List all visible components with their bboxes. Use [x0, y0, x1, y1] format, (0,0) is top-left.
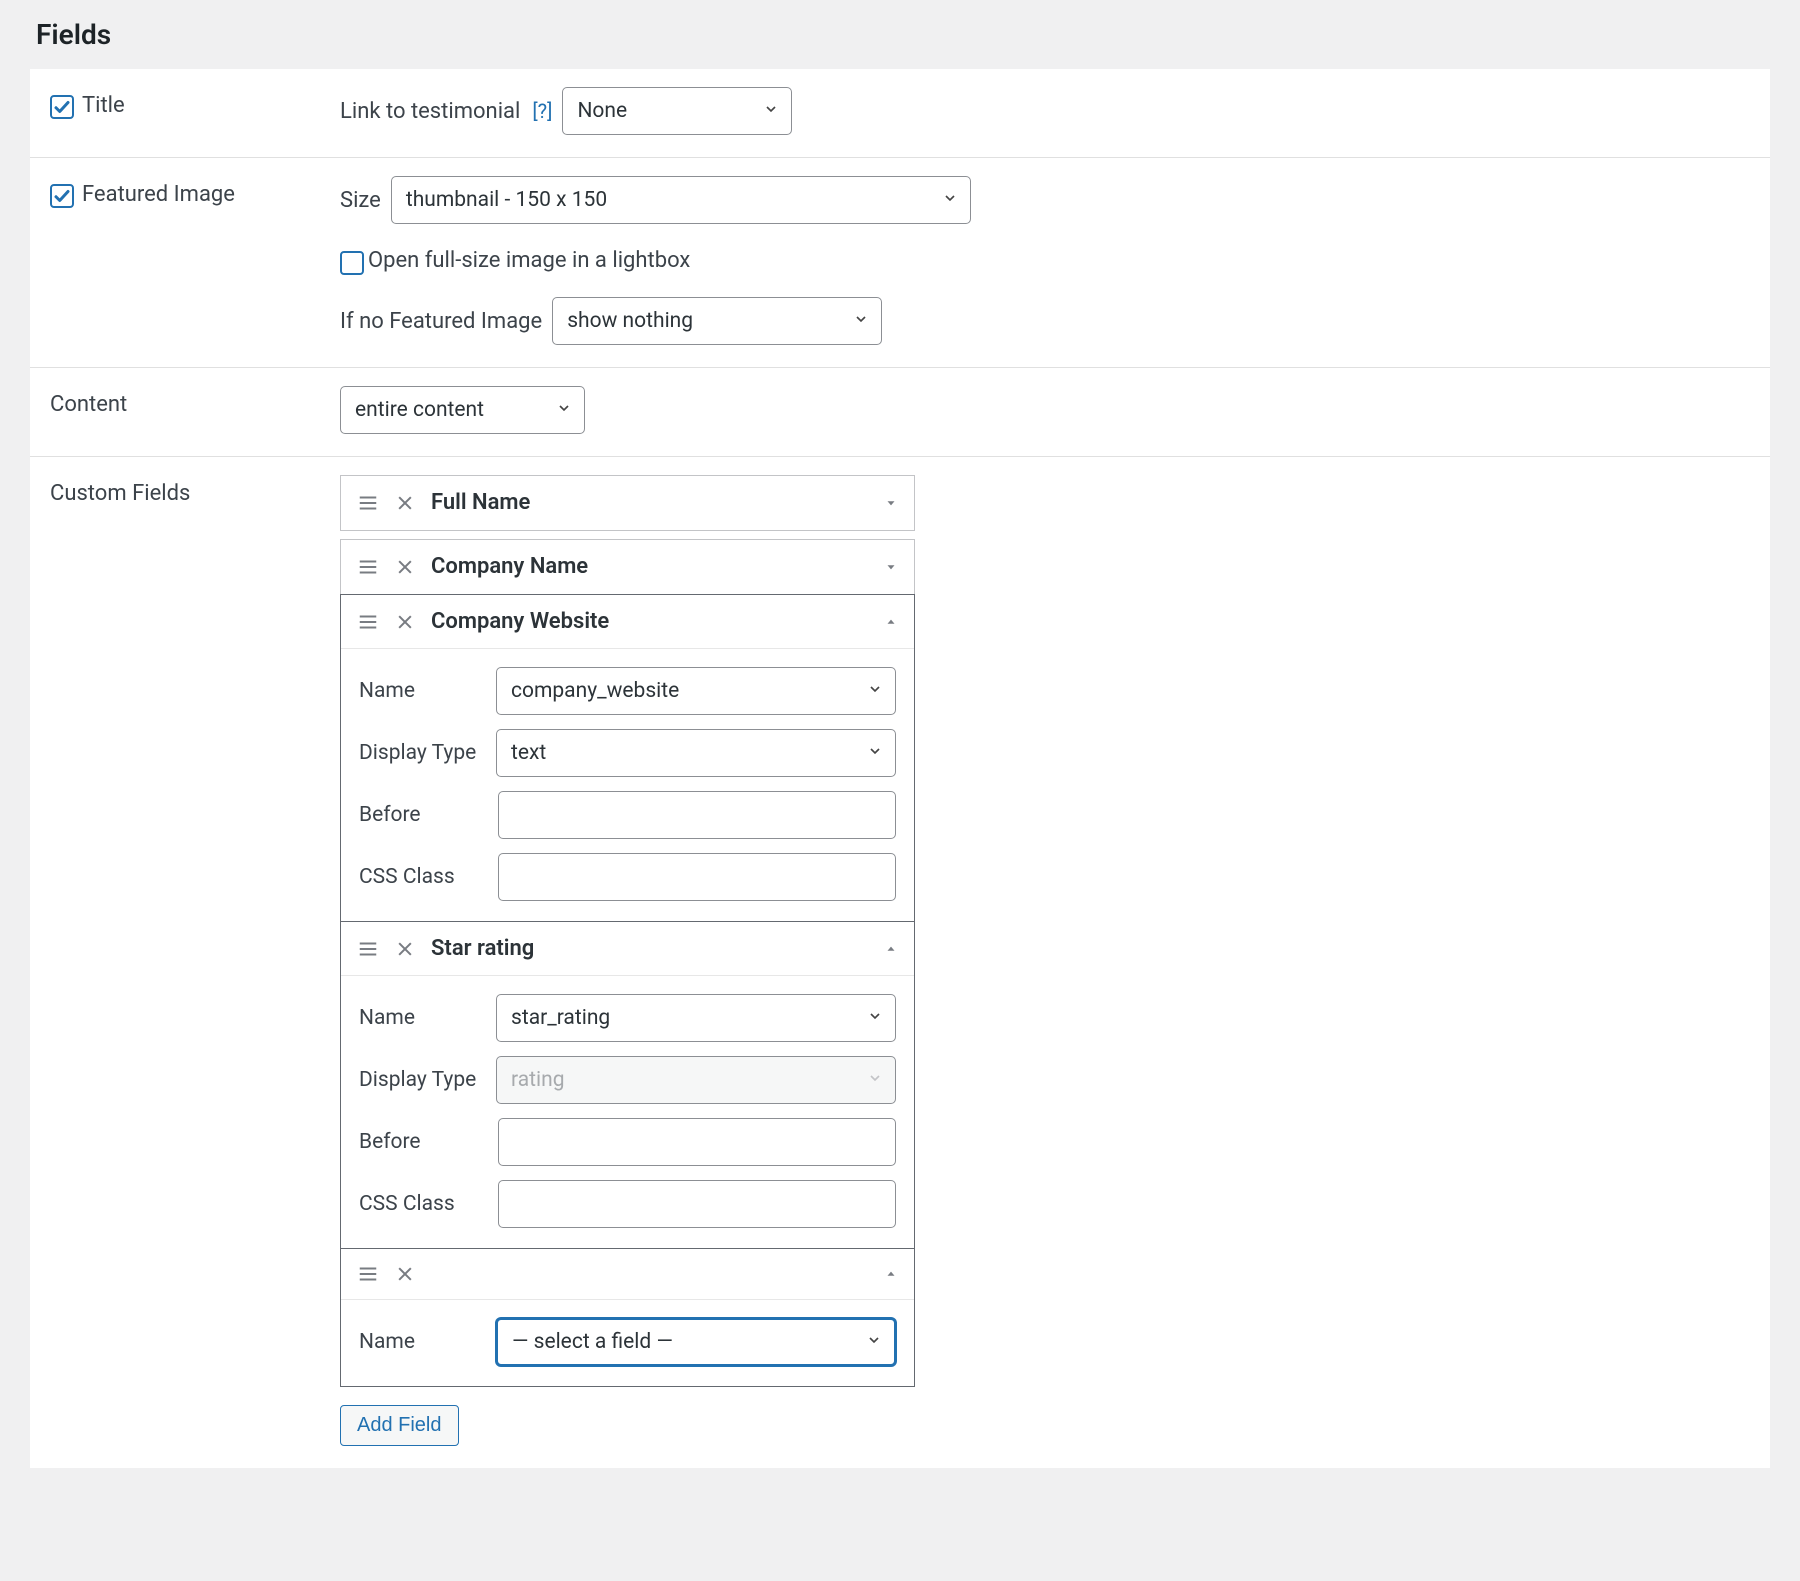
field-type-select: rating — [496, 1056, 896, 1104]
chevron-down-icon — [867, 1068, 883, 1092]
panel-title: Fields — [30, 0, 1770, 69]
field-cssclass-label: CSS Class — [359, 865, 498, 889]
custom-field-header[interactable]: Full Name — [341, 476, 914, 530]
field-cssclass-input[interactable] — [498, 1180, 896, 1228]
custom-field-header[interactable]: Company Website — [341, 595, 914, 649]
row-featured-image: Featured Image Size thumbnail - 150 x 15… — [30, 157, 1770, 367]
remove-field-icon[interactable] — [395, 557, 415, 577]
toggle-field-icon[interactable] — [884, 560, 898, 574]
fields-panel: Title Link to testimonial [?] None Featu… — [30, 69, 1770, 1468]
fallback-select[interactable]: show nothing — [552, 297, 882, 345]
remove-field-icon[interactable] — [395, 1264, 415, 1284]
custom-fields-list: Full Name Company Name Company Website Name… — [340, 475, 915, 1387]
row-content: Content entire content — [30, 367, 1770, 456]
chevron-down-icon — [867, 741, 883, 765]
chevron-down-icon — [867, 679, 883, 703]
drag-handle-icon[interactable] — [357, 492, 379, 514]
title-label: Title — [82, 93, 125, 118]
custom-field-item: Company Name — [340, 539, 915, 595]
field-name-label: Name — [359, 1330, 496, 1354]
lightbox-label: Open full-size image in a lightbox — [368, 248, 690, 273]
content-select[interactable]: entire content — [340, 386, 585, 434]
custom-field-item: Name— select a field — — [340, 1248, 915, 1387]
remove-field-icon[interactable] — [395, 939, 415, 959]
fallback-label: If no Featured Image — [340, 309, 542, 334]
field-name-label: Name — [359, 679, 496, 703]
field-type-label: Display Type — [359, 1068, 496, 1092]
custom-field-item: Full Name — [340, 475, 915, 531]
field-before-input[interactable] — [498, 791, 896, 839]
size-label: Size — [340, 188, 381, 213]
chevron-down-icon — [853, 309, 869, 333]
field-type-select[interactable]: text — [496, 729, 896, 777]
custom-field-header[interactable] — [341, 1249, 914, 1300]
help-link[interactable]: [?] — [532, 99, 552, 123]
link-to-testimonial-label: Link to testimonial — [340, 99, 520, 124]
custom-field-header[interactable]: Star rating — [341, 922, 914, 976]
custom-field-body: Namecompany_website Display Typetext Befor… — [341, 649, 914, 921]
field-name-select[interactable]: — select a field — — [496, 1318, 896, 1366]
field-before-input[interactable] — [498, 1118, 896, 1166]
custom-fields-label: Custom Fields — [50, 481, 190, 506]
row-title: Title Link to testimonial [?] None — [30, 69, 1770, 157]
field-before-label: Before — [359, 1130, 498, 1154]
field-name-label: Name — [359, 1006, 496, 1030]
chevron-down-icon — [866, 1330, 882, 1354]
link-to-testimonial-select[interactable]: None — [562, 87, 792, 135]
lightbox-checkbox[interactable] — [340, 251, 364, 275]
row-custom-fields: Custom Fields Full Name Company Name Compa… — [30, 456, 1770, 1468]
field-name-select[interactable]: star_rating — [496, 994, 896, 1042]
drag-handle-icon[interactable] — [357, 556, 379, 578]
toggle-field-icon[interactable] — [884, 615, 898, 629]
field-before-label: Before — [359, 803, 498, 827]
chevron-down-icon — [942, 188, 958, 212]
field-cssclass-label: CSS Class — [359, 1192, 498, 1216]
custom-field-title: Company Website — [431, 609, 609, 634]
add-field-button[interactable]: Add Field — [340, 1405, 459, 1446]
remove-field-icon[interactable] — [395, 612, 415, 632]
custom-field-title: Full Name — [431, 490, 530, 515]
chevron-down-icon — [867, 1006, 883, 1030]
remove-field-icon[interactable] — [395, 493, 415, 513]
custom-field-body: Namestar_rating Display Typerating Before C… — [341, 976, 914, 1248]
toggle-field-icon[interactable] — [884, 1267, 898, 1281]
drag-handle-icon[interactable] — [357, 938, 379, 960]
featured-image-checkbox[interactable] — [50, 184, 74, 208]
custom-field-title: Star rating — [431, 936, 534, 961]
custom-field-title: Company Name — [431, 554, 588, 579]
title-checkbox[interactable] — [50, 95, 74, 119]
custom-field-header[interactable]: Company Name — [341, 540, 914, 594]
custom-field-body: Name— select a field — — [341, 1300, 914, 1386]
chevron-down-icon — [556, 398, 572, 422]
content-label: Content — [50, 392, 127, 417]
chevron-down-icon — [763, 99, 779, 123]
field-cssclass-input[interactable] — [498, 853, 896, 901]
toggle-field-icon[interactable] — [884, 942, 898, 956]
featured-image-label: Featured Image — [82, 182, 235, 207]
field-name-select[interactable]: company_website — [496, 667, 896, 715]
toggle-field-icon[interactable] — [884, 496, 898, 510]
drag-handle-icon[interactable] — [357, 1263, 379, 1285]
size-select[interactable]: thumbnail - 150 x 150 — [391, 176, 971, 224]
custom-field-item: Company Website Namecompany_website Displa… — [340, 594, 915, 922]
drag-handle-icon[interactable] — [357, 611, 379, 633]
field-type-label: Display Type — [359, 741, 496, 765]
custom-field-item: Star rating Namestar_rating Display Typera… — [340, 921, 915, 1249]
